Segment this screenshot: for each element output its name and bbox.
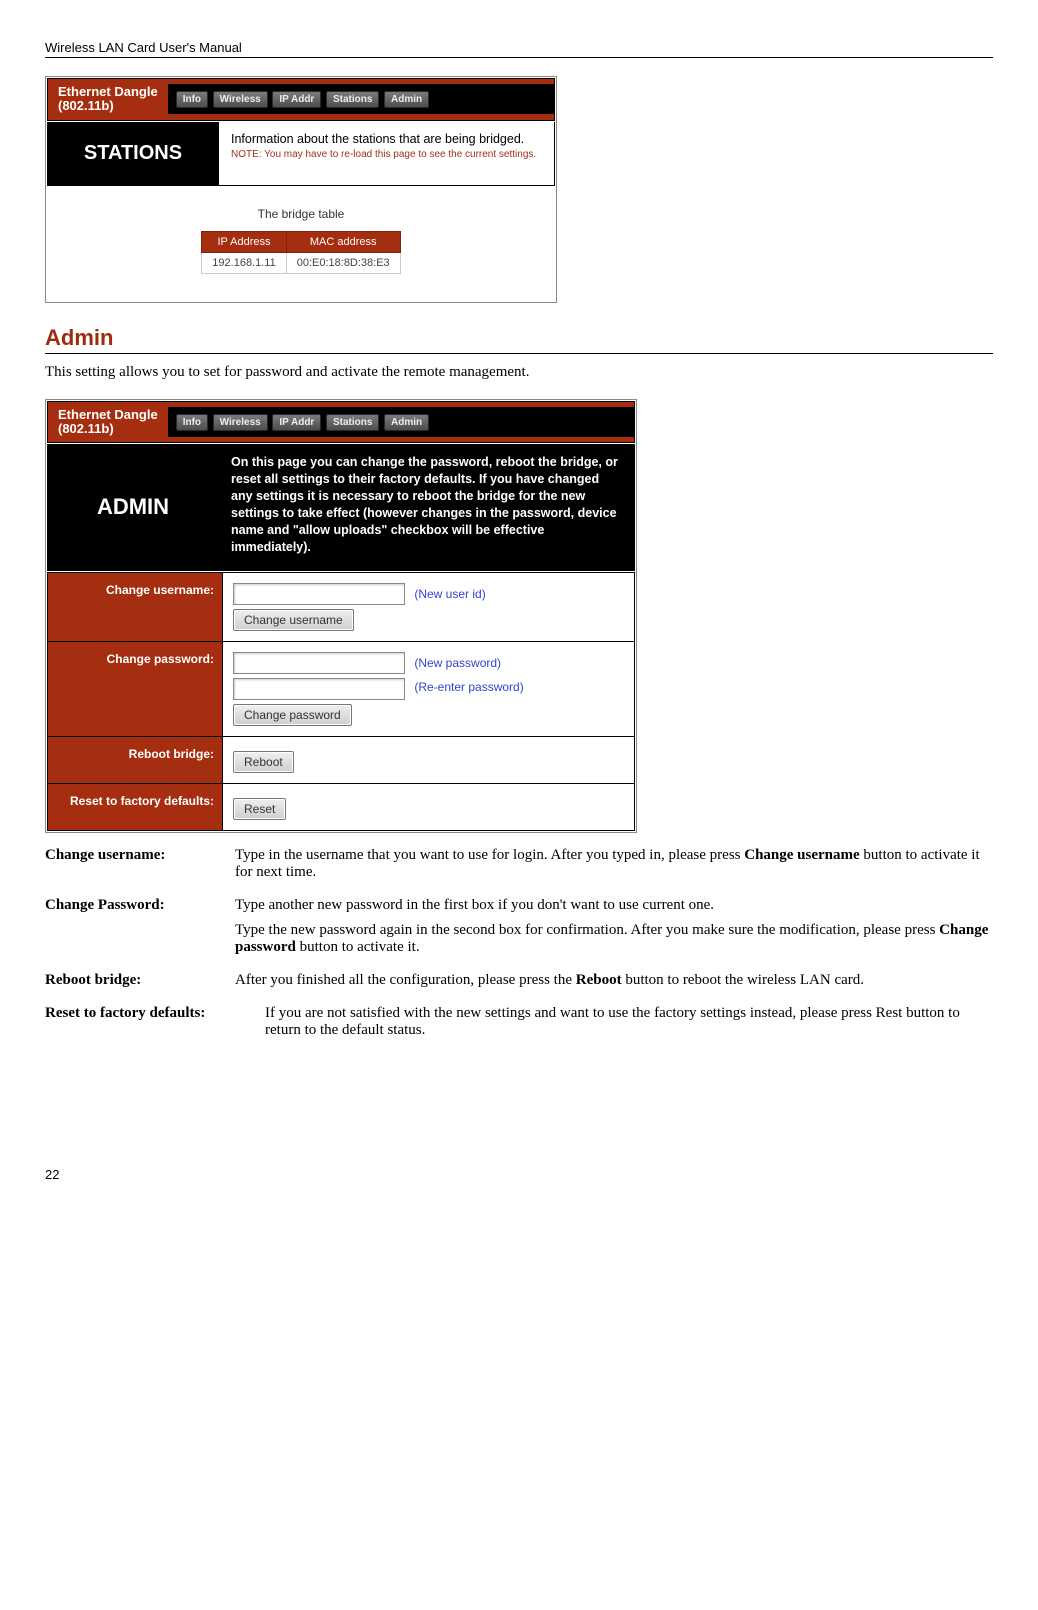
tab-admin[interactable]: Admin [384,91,429,108]
def-body: Type another new password in the first b… [235,897,993,964]
def-change-username: Change username: Type in the username th… [45,847,993,889]
section-intro: This setting allows you to set for passw… [45,364,993,381]
def-reboot: Reboot bridge: After you finished all th… [45,972,993,997]
change-password-button[interactable]: Change password [233,704,352,726]
page-banner-admin: ADMIN [48,444,219,571]
text: After you finished all the configuration… [235,972,576,988]
def-body: After you finished all the configuration… [235,972,993,997]
text: Type another new password in the first b… [235,897,993,914]
label-change-password: Change password: [48,642,223,736]
def-body: Type in the username that you want to us… [235,847,993,889]
bridge-table: IP Address MAC address 192.168.1.11 00:E… [201,231,400,274]
page-banner-stations: STATIONS [48,122,219,186]
tab-stations[interactable]: Stations [326,91,379,108]
tab-bar: Info Wireless IP Addr Stations Admin [168,407,634,437]
reboot-button[interactable]: Reboot [233,751,294,773]
def-change-password: Change Password: Type another new passwo… [45,897,993,964]
text: Type in the username that you want to us… [235,847,744,863]
admin-screenshot: Ethernet Dangle (802.11b) Info Wireless … [45,399,637,834]
banner-description: Information about the stations that are … [219,122,554,186]
label-change-username: Change username: [48,573,223,641]
password-field[interactable] [233,652,405,674]
tab-info[interactable]: Info [176,91,208,108]
def-term: Change username: [45,847,235,889]
label-reset: Reset to factory defaults: [48,784,223,830]
tab-wireless[interactable]: Wireless [213,414,268,431]
tab-bar: Info Wireless IP Addr Stations Admin [168,84,554,114]
table-row: 192.168.1.11 00:E0:18:8D:38:E3 [202,252,400,273]
stations-screenshot: Ethernet Dangle (802.11b) Info Wireless … [45,76,557,303]
def-body: If you are not satisfied with the new se… [265,1005,993,1047]
bold: Reboot [576,972,622,988]
text: If you are not satisfied with the new se… [265,1005,993,1039]
device-title: Ethernet Dangle (802.11b) [48,79,168,120]
def-term: Change Password: [45,897,235,964]
tab-admin[interactable]: Admin [384,414,429,431]
change-username-button[interactable]: Change username [233,609,354,631]
tab-stations[interactable]: Stations [326,414,379,431]
reset-button[interactable]: Reset [233,798,286,820]
banner-description: On this page you can change the password… [219,444,634,571]
bridge-table-caption: The bridge table [46,207,556,221]
tab-info[interactable]: Info [176,414,208,431]
def-reset: Reset to factory defaults: If you are no… [45,1005,993,1047]
device-title: Ethernet Dangle (802.11b) [48,402,168,443]
bold: Change username [744,847,859,863]
device-title-line1: Ethernet Dangle [58,407,158,422]
cell-mac: 00:E0:18:8D:38:E3 [286,252,400,273]
text: Type the new password again in the secon… [235,922,939,938]
page-number: 22 [45,1167,993,1182]
doc-header: Wireless LAN Card User's Manual [45,40,993,58]
tab-ipaddr[interactable]: IP Addr [272,91,321,108]
hint-new-pass: (New password) [414,656,501,670]
def-term: Reboot bridge: [45,972,235,997]
device-title-line2: (802.11b) [58,98,114,113]
hint-new-user: (New user id) [414,587,485,601]
cell-ip: 192.168.1.11 [202,252,286,273]
tab-wireless[interactable]: Wireless [213,91,268,108]
tab-ipaddr[interactable]: IP Addr [272,414,321,431]
password-confirm-field[interactable] [233,678,405,700]
username-field[interactable] [233,583,405,605]
col-ip: IP Address [202,231,286,252]
banner-note: NOTE: You may have to re-load this page … [231,149,536,160]
def-term: Reset to factory defaults: [45,1005,265,1047]
device-title-line1: Ethernet Dangle [58,84,158,99]
banner-text: On this page you can change the password… [231,455,618,553]
col-mac: MAC address [286,231,400,252]
section-title-admin: Admin [45,325,993,354]
device-title-line2: (802.11b) [58,421,114,436]
hint-re-pass: (Re-enter password) [414,680,523,694]
label-reboot: Reboot bridge: [48,737,223,783]
text: button to reboot the wireless LAN card. [622,972,864,988]
banner-text: Information about the stations that are … [231,132,524,146]
text: button to activate it. [296,939,420,955]
